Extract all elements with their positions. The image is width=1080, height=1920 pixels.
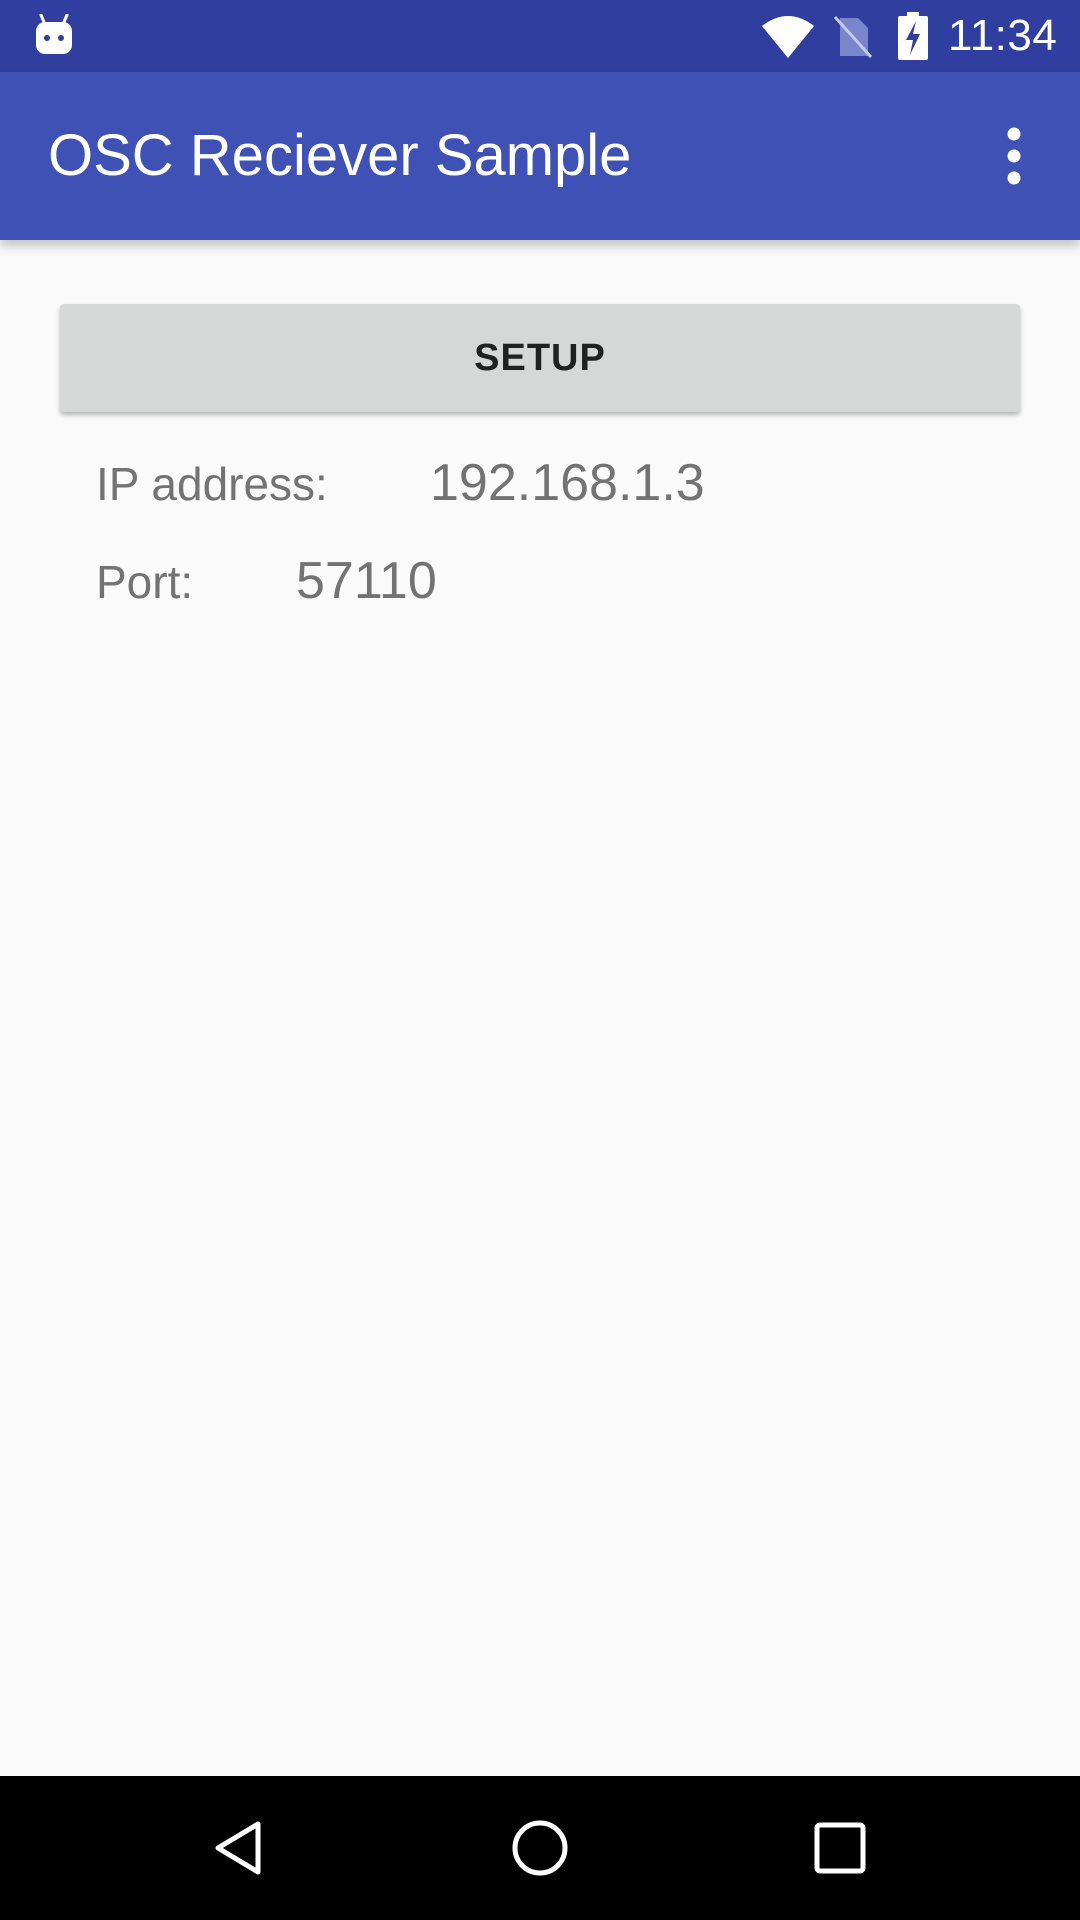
- home-icon[interactable]: [504, 1812, 576, 1884]
- android-robot-icon: [36, 14, 72, 54]
- wifi-icon: [762, 16, 814, 58]
- no-sim-icon: [833, 15, 873, 59]
- battery-charging-icon: [898, 12, 928, 60]
- ip-address-value: 192.168.1.3: [430, 454, 705, 512]
- port-value: 57110: [296, 552, 437, 610]
- recents-icon[interactable]: [804, 1812, 876, 1884]
- back-icon[interactable]: [204, 1812, 276, 1884]
- port-label: Port:: [96, 556, 194, 608]
- app-title: OSC Reciever Sample: [48, 123, 632, 188]
- setup-button[interactable]: SETUP: [60, 304, 1020, 412]
- navigation-bar: [0, 1776, 1080, 1920]
- ip-address-label: IP address:: [96, 458, 328, 510]
- status-bar: 11:34: [0, 0, 1080, 72]
- app-toolbar: OSC Reciever Sample: [0, 72, 1080, 240]
- status-time: 11:34: [948, 11, 1058, 60]
- more-vert-icon[interactable]: [994, 124, 1034, 188]
